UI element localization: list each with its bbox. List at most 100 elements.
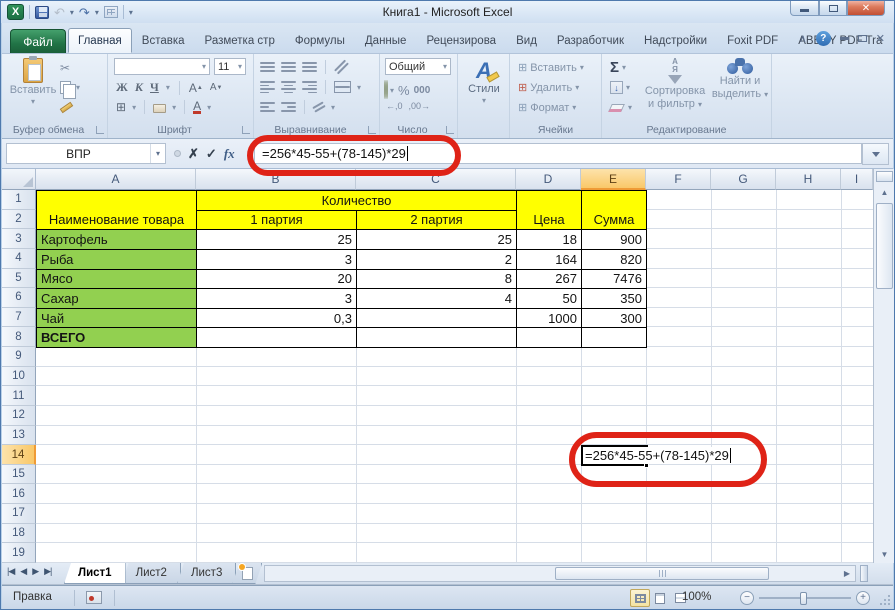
- cut-button[interactable]: ✂: [60, 61, 70, 75]
- ribbon-tab-Вставка[interactable]: Вставка: [132, 28, 195, 53]
- ribbon-tab-Главная[interactable]: Главная: [68, 28, 132, 53]
- cell-A6[interactable]: Сахар: [36, 288, 197, 309]
- book-minimize-icon[interactable]: [840, 37, 849, 40]
- wrap-dropdown-icon[interactable]: ▾: [331, 103, 335, 112]
- fill-color-dropdown-icon[interactable]: ▾: [172, 103, 176, 112]
- grow-font-button[interactable]: А▲: [189, 81, 203, 95]
- vertical-scroll-thumb[interactable]: [876, 203, 893, 289]
- normal-view-button[interactable]: [630, 589, 650, 607]
- cell-E1-total-header[interactable]: Сумма: [581, 190, 647, 230]
- delete-cells-button[interactable]: ⊞ Удалить ▾: [518, 81, 579, 94]
- decrease-decimal-button[interactable]: ,00→: [409, 101, 431, 111]
- ribbon-tab-Рецензирова[interactable]: Рецензирова: [416, 28, 506, 53]
- collapse-ribbon-icon[interactable]: ∧: [799, 32, 807, 45]
- cell-B2-batch1-header[interactable]: 1 партия: [196, 210, 357, 231]
- format-painter-button[interactable]: [60, 100, 73, 110]
- book-close-icon[interactable]: ✕: [876, 32, 885, 45]
- underline-dropdown-icon[interactable]: ▾: [166, 83, 170, 92]
- fill-button[interactable]: ↓ ▾: [610, 81, 630, 94]
- fill-color-button[interactable]: [153, 101, 166, 113]
- column-header-D[interactable]: D: [516, 169, 581, 190]
- shrink-font-button[interactable]: А▼: [210, 82, 223, 93]
- column-header-G[interactable]: G: [711, 169, 776, 190]
- paste-button[interactable]: Вставить ▾: [10, 58, 56, 106]
- cell-A7[interactable]: Чай: [36, 308, 197, 329]
- scroll-right-button[interactable]: ▶: [840, 567, 854, 580]
- cell-D3[interactable]: 18: [516, 229, 582, 250]
- tab-area-splitter[interactable]: [860, 565, 868, 582]
- zoom-level[interactable]: 100%: [682, 591, 711, 603]
- bold-button[interactable]: Ж: [116, 80, 128, 95]
- vertical-scrollbar[interactable]: ▲ ▼: [873, 169, 895, 563]
- merge-dropdown-icon[interactable]: ▾: [357, 83, 361, 92]
- cell-C8[interactable]: [356, 327, 517, 348]
- font-color-dropdown-icon[interactable]: ▾: [207, 103, 211, 112]
- align-middle-button[interactable]: [281, 61, 296, 73]
- maximize-button[interactable]: [819, 1, 847, 16]
- insert-sheet-button[interactable]: [232, 563, 262, 584]
- horizontal-scroll-thumb[interactable]: [555, 567, 769, 580]
- increase-decimal-button[interactable]: ←,0: [386, 101, 403, 111]
- cell-B6[interactable]: 3: [196, 288, 357, 309]
- column-header-C[interactable]: C: [356, 169, 516, 190]
- row-header-1[interactable]: 1: [2, 190, 36, 210]
- font-color-button[interactable]: А: [193, 101, 201, 114]
- format-cells-button[interactable]: ⊞ Формат ▾: [518, 101, 576, 114]
- ribbon-tab-Данные[interactable]: Данные: [355, 28, 417, 53]
- insert-cells-button[interactable]: ⊞ Вставить ▾: [518, 61, 584, 74]
- percent-style-button[interactable]: %: [398, 83, 410, 98]
- underline-button[interactable]: Ч: [150, 80, 159, 95]
- accounting-dropdown-icon[interactable]: ▾: [390, 86, 394, 95]
- row-header-7[interactable]: 7: [2, 308, 36, 328]
- cell-B8[interactable]: [196, 327, 357, 348]
- zoom-slider-thumb[interactable]: [800, 592, 807, 605]
- row-header-5[interactable]: 5: [2, 269, 36, 289]
- align-top-button[interactable]: [260, 61, 275, 73]
- last-sheet-button[interactable]: ▶|: [44, 566, 51, 577]
- next-sheet-button[interactable]: ▶: [32, 566, 38, 577]
- ribbon-tab-Разработчик[interactable]: Разработчик: [547, 28, 634, 53]
- cell-B3[interactable]: 25: [196, 229, 357, 250]
- page-layout-view-button[interactable]: [650, 589, 670, 607]
- cell-D1-price-header[interactable]: Цена: [516, 190, 582, 230]
- align-right-button[interactable]: [302, 81, 317, 93]
- row-header-16[interactable]: 16: [2, 484, 36, 504]
- select-all-corner[interactable]: [2, 169, 36, 190]
- insert-function-button[interactable]: fx: [224, 146, 235, 162]
- row-header-18[interactable]: 18: [2, 524, 36, 544]
- align-bottom-button[interactable]: [302, 61, 317, 73]
- italic-button[interactable]: К: [135, 80, 143, 95]
- cell-B1-quantity-header[interactable]: Количество: [196, 190, 517, 211]
- cell-C4[interactable]: 2: [356, 249, 517, 270]
- cell-E8[interactable]: [581, 327, 647, 348]
- formula-input[interactable]: =256*45-55+(78-145)*29: [254, 143, 862, 164]
- sheet-tab-Лист1[interactable]: Лист1: [64, 563, 126, 584]
- increase-indent-button[interactable]: [281, 101, 296, 113]
- cell-D7[interactable]: 1000: [516, 308, 582, 329]
- clipboard-dialog-launcher[interactable]: [96, 126, 104, 134]
- cell-E3[interactable]: 900: [581, 229, 647, 250]
- cell-D4[interactable]: 164: [516, 249, 582, 270]
- column-header-B[interactable]: B: [196, 169, 356, 190]
- cell-B7[interactable]: 0,3: [196, 308, 357, 329]
- find-select-button[interactable]: Найти и выделить ▾: [710, 58, 770, 100]
- cell-C6[interactable]: 4: [356, 288, 517, 309]
- horizontal-scrollbar[interactable]: ▶: [264, 565, 856, 582]
- name-box-dropdown-icon[interactable]: ▾: [150, 144, 165, 163]
- cancel-entry-button[interactable]: ✗: [188, 146, 199, 162]
- scroll-down-button[interactable]: ▼: [876, 546, 893, 562]
- column-header-I[interactable]: I: [841, 169, 873, 190]
- cell-C2-batch2-header[interactable]: 2 партия: [356, 210, 517, 231]
- merge-center-button[interactable]: [334, 81, 351, 93]
- ribbon-tab-Вид[interactable]: Вид: [506, 28, 547, 53]
- comma-style-button[interactable]: 000: [414, 85, 431, 96]
- file-tab[interactable]: Файл: [10, 29, 66, 53]
- alignment-dialog-launcher[interactable]: [368, 126, 376, 134]
- cell-A1-name-header[interactable]: Наименование товара: [36, 190, 197, 230]
- zoom-in-button[interactable]: +: [856, 591, 870, 605]
- cell-D5[interactable]: 267: [516, 269, 582, 290]
- cell-B5[interactable]: 20: [196, 269, 357, 290]
- align-center-button[interactable]: [281, 81, 296, 93]
- ribbon-tab-Разметка стр[interactable]: Разметка стр: [195, 28, 285, 53]
- cell-C7[interactable]: [356, 308, 517, 329]
